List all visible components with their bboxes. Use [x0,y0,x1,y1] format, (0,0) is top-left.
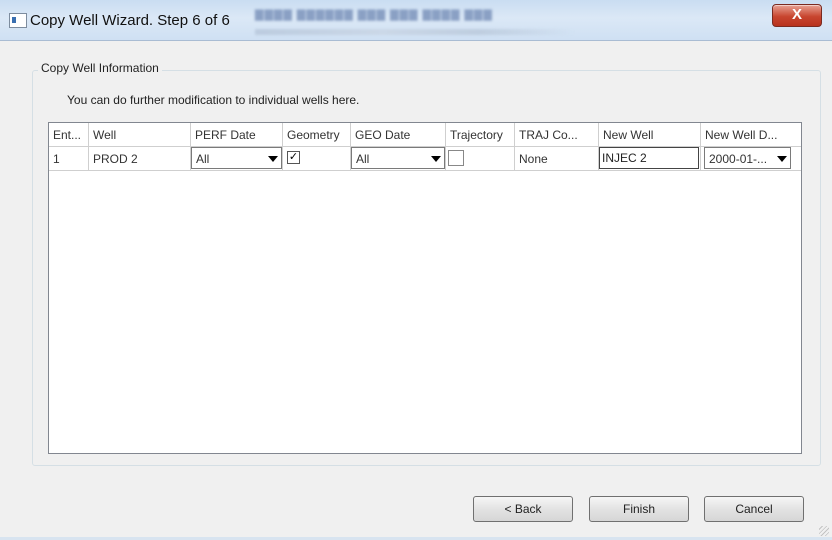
close-button[interactable]: X [772,4,822,27]
wells-grid: Ent... Well PERF Date Geometry GEO Date … [48,122,802,454]
cell-new-well: INJEC 2 [599,147,701,171]
new-well-date-dropdown[interactable]: 2000-01-... [704,147,791,169]
instruction-text: You can do further modification to indiv… [67,93,360,107]
title-bar: Copy Well Wizard. Step 6 of 6 ▇▇▇▇ ▇▇▇▇▇… [0,0,832,41]
cancel-button[interactable]: Cancel [704,496,804,522]
finish-button[interactable]: Finish [589,496,689,522]
background-app-menu: ▇▇▇▇ ▇▇▇▇▇▇ ▇▇▇ ▇▇▇ ▇▇▇▇ ▇▇▇ [255,9,493,21]
cell-trajectory [446,147,515,171]
column-header-traj-co[interactable]: TRAJ Co... [515,123,599,147]
chevron-down-icon [777,156,787,162]
geo-date-value: All [356,152,370,166]
cell-geo-date: All [351,147,446,171]
chevron-down-icon [431,156,441,162]
trajectory-checkbox[interactable] [448,150,464,166]
perf-date-value: All [196,152,210,166]
cell-perf-date: All [191,147,283,171]
window-title: Copy Well Wizard. Step 6 of 6 [30,12,230,29]
column-header-trajectory[interactable]: Trajectory [446,123,515,147]
new-well-input[interactable]: INJEC 2 [599,147,699,169]
cell-new-well-date: 2000-01-... [701,147,801,171]
cell-entry[interactable]: 1 [49,147,89,171]
geo-date-dropdown[interactable]: All [351,147,445,169]
column-header-new-well[interactable]: New Well [599,123,701,147]
column-header-geo-date[interactable]: GEO Date [351,123,446,147]
column-header-entry[interactable]: Ent... [49,123,89,147]
new-well-date-value: 2000-01-... [709,152,768,166]
column-header-geometry[interactable]: Geometry [283,123,351,147]
perf-date-dropdown[interactable]: All [191,147,282,169]
column-header-new-well-date[interactable]: New Well D... [701,123,801,147]
geometry-checkbox[interactable]: ✓ [287,151,300,164]
resize-grip-icon[interactable] [819,526,829,536]
app-icon [9,13,27,28]
background-app-toolbar [255,29,575,35]
back-button[interactable]: < Back [473,496,573,522]
cell-geometry: ✓ [283,147,351,171]
cell-traj-co[interactable]: None [515,147,599,171]
chevron-down-icon [268,156,278,162]
cell-well[interactable]: PROD 2 [89,147,191,171]
group-title: Copy Well Information [38,61,162,75]
column-header-well[interactable]: Well [89,123,191,147]
column-header-perf-date[interactable]: PERF Date [191,123,283,147]
